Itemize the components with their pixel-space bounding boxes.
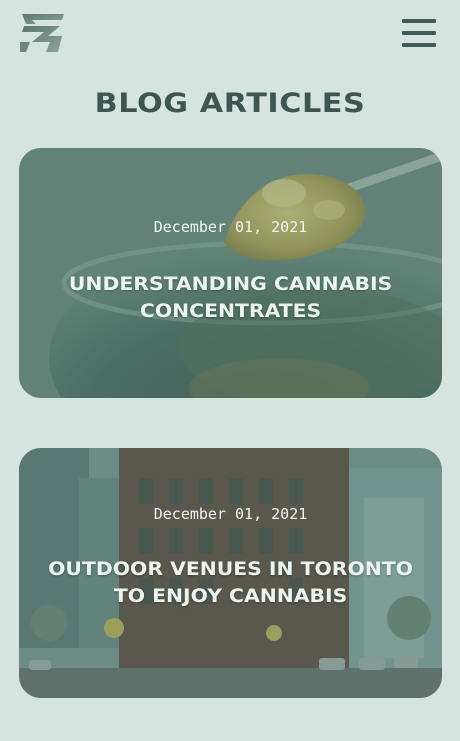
article-date: December 01, 2021 [153,505,308,523]
page-title: BLOG ARTICLES [94,88,366,119]
article-title[interactable]: UNDERSTANDING CANNABIS CONCENTRATES [19,271,442,325]
menu-bar [402,43,436,47]
article-card[interactable]: December 01, 2021 OUTDOOR VENUES IN TORO… [19,448,442,698]
menu-bar [402,19,436,23]
menu-bar [402,31,436,35]
article-date: December 01, 2021 [153,218,308,236]
brand-logo-icon[interactable] [18,12,66,54]
article-title[interactable]: OUTDOOR VENUES IN TORONTO TO ENJOY CANNA… [19,556,442,610]
hamburger-menu-button[interactable] [400,17,438,49]
article-card[interactable]: December 01, 2021 UNDERSTANDING CANNABIS… [19,148,442,398]
